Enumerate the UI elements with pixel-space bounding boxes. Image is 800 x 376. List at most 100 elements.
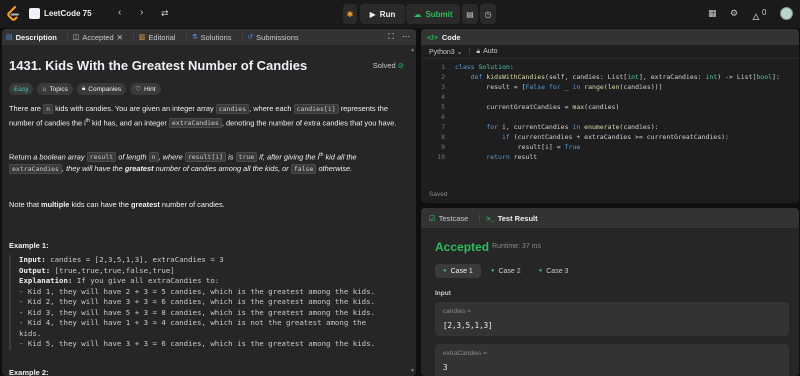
code-header: </> Code xyxy=(421,29,799,45)
field-name: extraCandies = xyxy=(443,350,487,357)
chevron-left-icon[interactable]: ‹ xyxy=(118,7,121,18)
run-button[interactable]: ▶ Run xyxy=(360,4,405,24)
lightbulb-icon: ♡ xyxy=(135,86,142,93)
accepted-icon: ◫ xyxy=(72,34,80,41)
label: Output: xyxy=(19,265,51,275)
line-number: 6 xyxy=(441,113,445,121)
lock-icon: 🔒︎ xyxy=(476,47,481,55)
tab-accepted[interactable]: ◫ Accepted ✕ xyxy=(73,33,123,42)
leetcode-logo[interactable] xyxy=(6,6,20,22)
scroll-down-arrow[interactable]: ▼ xyxy=(410,368,415,374)
line-number: 3 xyxy=(441,83,445,91)
text: number of candies. xyxy=(159,200,225,209)
terminal-icon: >_ xyxy=(486,213,495,223)
topics-button[interactable]: ⌂ Topics xyxy=(37,83,73,95)
gear-icon[interactable]: ⚙ xyxy=(730,8,738,19)
text: kids can have the xyxy=(69,200,132,209)
case-label: Case 2 xyxy=(498,267,521,275)
inline-code: candies xyxy=(215,104,250,114)
example-explanation-line: Explanation: If you give all extraCandie… xyxy=(19,276,405,287)
bug-icon: ✱ xyxy=(346,9,354,19)
tab-label: Editorial xyxy=(148,32,176,42)
grid-icon[interactable]: ▦ xyxy=(708,8,717,19)
mode-label[interactable]: Auto xyxy=(483,48,497,55)
timer-button[interactable]: ◷ xyxy=(480,4,496,24)
submit-label: Submit xyxy=(425,9,453,19)
notes-icon: ▤ xyxy=(466,9,474,19)
case-label: Case 1 xyxy=(450,267,473,275)
inline-code: extraCandies xyxy=(9,164,62,175)
tab-editorial[interactable]: ▥ Editorial xyxy=(139,33,176,42)
avatar[interactable] xyxy=(780,7,793,20)
input-field-extra-candies: extraCandies = 3 xyxy=(435,344,789,376)
explanation-line: - Kid 5, they will have 3 + 3 = 6 candie… xyxy=(19,339,375,348)
description-tabs: ▤ Description | ◫ Accepted ✕ | ▥ Editori… xyxy=(2,29,416,45)
more-icon[interactable]: ⋯ xyxy=(402,32,410,41)
text: , denoting the number of extra candies t… xyxy=(221,118,397,128)
streak-count: 0 xyxy=(762,8,767,17)
fire-icon[interactable]: 🜂 xyxy=(752,8,760,26)
case-tab-2[interactable]: ● Case 2 xyxy=(483,264,529,278)
saved-status: Saved xyxy=(429,191,448,198)
list-icon[interactable] xyxy=(29,8,40,19)
tab-submissions[interactable]: ↺ Submissions xyxy=(247,33,298,42)
code-editor[interactable]: 1 2 3 4 5 6 7 8 9 10 class Solution: def… xyxy=(421,59,799,189)
tab-label: Test Result xyxy=(497,213,538,223)
inline-code: n xyxy=(148,152,159,163)
code-line: for i, currentCandies in enumerate(candi… xyxy=(486,123,659,131)
problem-description: 1431. Kids With the Greatest Number of C… xyxy=(2,45,416,376)
text: kid all the xyxy=(323,152,357,162)
companies-button[interactable]: 🔒︎ Companies xyxy=(76,83,127,95)
submit-button[interactable]: ☁ Submit xyxy=(406,4,460,24)
tab-testcase[interactable]: ☑ Testcase xyxy=(429,214,468,223)
maximize-icon[interactable]: ⛶ xyxy=(388,32,394,41)
text: of length xyxy=(116,152,149,162)
inline-code: result[i] xyxy=(184,152,227,163)
flask-icon: ⚗ xyxy=(191,34,198,41)
tag-label: Hint xyxy=(144,85,156,93)
text: There are xyxy=(9,104,44,113)
debug-button[interactable]: ✱ xyxy=(343,4,357,24)
pass-dot-icon: ● xyxy=(443,268,447,274)
description-paragraph-2: Return a boolean array result of length … xyxy=(9,149,409,175)
text: , where xyxy=(158,152,185,162)
example-2-title: Example 2: xyxy=(9,368,49,376)
inline-code: false xyxy=(290,164,317,175)
hint-button[interactable]: ♡ Hint xyxy=(130,83,161,95)
top-bar: LeetCode 75 ‹ › ⇄ ✱ ▶ Run ☁ Submit ▤ ◷ ▦… xyxy=(0,0,800,28)
notes-button[interactable]: ▤ xyxy=(462,4,478,24)
example-output-line: Output: [true,true,true,false,true] xyxy=(19,266,405,277)
line-number: 1 xyxy=(441,63,445,71)
code-panel: </> Code Python3 ⌄ | 🔒︎ Auto 1 2 3 4 5 6… xyxy=(421,29,799,203)
solved-status: Solved ⊘ xyxy=(373,61,404,70)
input-field-candies: candies = [2,3,5,1,3] xyxy=(435,302,789,336)
check-circle-icon: ⊘ xyxy=(397,61,404,70)
tag-label: Companies xyxy=(88,85,122,93)
text: kids with candies. You are given an inte… xyxy=(53,104,216,113)
result-tabs: ☑ Testcase | >_ Test Result xyxy=(421,208,799,228)
tab-test-result[interactable]: >_ Test Result xyxy=(486,214,537,223)
explanation-line: - Kid 3, they will have 5 + 3 = 8 candie… xyxy=(19,307,375,317)
lock-icon: 🔒︎ xyxy=(81,85,86,92)
tab-description[interactable]: ▤ Description xyxy=(6,33,57,42)
problem-list-title[interactable]: LeetCode 75 xyxy=(44,9,92,18)
language-select[interactable]: Python3 ⌄ xyxy=(429,48,463,56)
explanation-line: - Kid 4, they will have 1 + 3 = 4 candie… xyxy=(19,318,367,327)
tab-divider: | xyxy=(241,33,244,41)
code-line: currentGreatCandies = max(candies) xyxy=(455,103,620,111)
code-line: result = [False for _ in range(len(candi… xyxy=(455,83,663,91)
close-icon[interactable]: ✕ xyxy=(117,33,123,42)
chevron-right-icon[interactable]: › xyxy=(140,7,143,18)
case-tab-3[interactable]: ● Case 3 xyxy=(531,264,577,278)
shuffle-icon[interactable]: ⇄ xyxy=(161,8,169,19)
input-section-label: Input xyxy=(435,290,451,297)
case-tab-1[interactable]: ● Case 1 xyxy=(435,264,481,278)
text: Note that xyxy=(9,200,42,209)
result-panel: ☑ Testcase | >_ Test Result Accepted Run… xyxy=(421,208,799,376)
tab-solutions[interactable]: ⚗ Solutions xyxy=(191,33,231,42)
scroll-up-arrow[interactable]: ▲ xyxy=(410,47,415,53)
play-icon: ▶ xyxy=(369,9,376,19)
line-number: 9 xyxy=(441,143,445,151)
text: number of candies among all the kids, or xyxy=(153,164,291,174)
pass-dot-icon: ● xyxy=(538,268,543,274)
